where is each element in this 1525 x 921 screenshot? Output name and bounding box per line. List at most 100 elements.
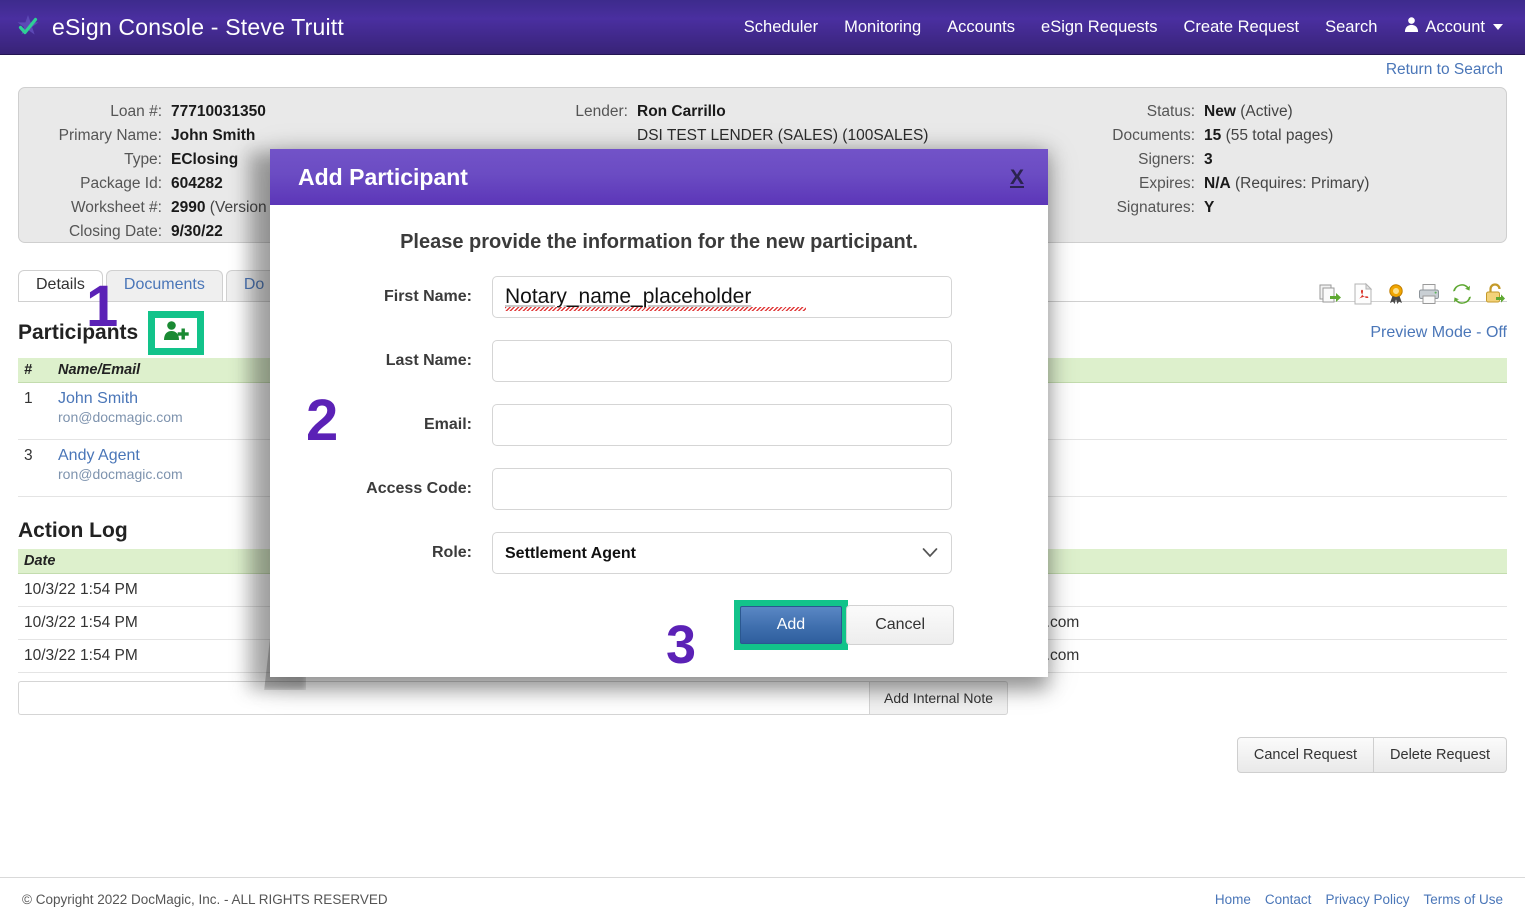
value-loan-number: 77710031350 [171,103,266,120]
footer-link-privacy-policy[interactable]: Privacy Policy [1325,892,1409,907]
unlock-icon[interactable] [1483,282,1507,306]
last-name-input[interactable] [492,340,952,382]
person-icon [1403,16,1420,38]
label-signers: Signers: [1138,151,1195,168]
role-label: Role: [432,544,472,561]
value-status-suffix: (Active) [1240,103,1293,120]
label-primary-name: Primary Name: [58,127,162,144]
page-footer: © Copyright 2022 DocMagic, Inc. - ALL RI… [0,877,1525,921]
cancel-button[interactable]: Cancel [846,605,954,645]
value-signers: 3 [1204,151,1213,168]
last-name-label: Last Name: [385,352,472,369]
value-documents: 15 (55 total pages) [1204,127,1334,144]
summary-row-signers: Signers: 3 [1039,148,1506,172]
summary-column-status: Status: New (Active) Documents: 15 (55 t… [1039,100,1506,242]
role-select-wrap: Settlement Agent [492,532,952,574]
footer-links: Home Contact Privacy Policy Terms of Use [1215,892,1503,907]
last-name-row: Last Name: [270,340,1048,382]
summary-row-loan-number: Loan #: 77710031350 [19,100,539,124]
label-package-id: Package Id: [80,175,162,192]
document-toolbar [1318,282,1507,306]
add-participant-highlight [148,311,205,355]
value-type: EClosing [171,151,239,168]
dialog-title: Add Participant [298,163,468,190]
value-status: New (Active) [1204,103,1293,120]
account-menu[interactable]: Account [1403,16,1503,38]
first-name-input[interactable] [492,276,952,318]
copyright-text: © Copyright 2022 DocMagic, Inc. - ALL RI… [22,892,388,907]
value-documents-suffix: (55 total pages) [1225,127,1334,144]
label-worksheet: Worksheet #: [70,199,162,216]
summary-row-status: Status: New (Active) [1039,100,1506,124]
footer-link-terms-of-use[interactable]: Terms of Use [1423,892,1503,907]
value-expires-suffix: (Requires: Primary) [1235,175,1370,192]
dialog-title-bar: Add Participant X [270,149,1048,205]
footer-link-contact[interactable]: Contact [1265,892,1312,907]
value-expires: N/A (Requires: Primary) [1204,175,1370,192]
value-primary-name: John Smith [171,127,256,144]
email-input[interactable] [492,404,952,446]
value-package-id: 604282 [171,175,223,192]
certificate-seal-icon[interactable] [1384,282,1408,306]
copy-pages-export-icon[interactable] [1318,282,1342,306]
preview-mode-toggle[interactable]: Preview Mode - Off [1370,324,1507,342]
summary-row-lender: Lender: Ron Carrillo [539,100,1039,124]
add-button[interactable]: Add [739,606,843,644]
value-lender-org: DSI TEST LENDER (SALES) (100SALES) [637,127,929,144]
value-signatures: Y [1204,199,1215,216]
nav-item-search[interactable]: Search [1325,18,1377,37]
participant-number: 3 [18,439,52,497]
brand: eSign Console - Steve Truitt [14,13,344,41]
summary-row-primary-name: Primary Name: John Smith [19,124,539,148]
add-person-icon [163,320,189,346]
nav-item-create-request[interactable]: Create Request [1184,18,1300,37]
refresh-sync-icon[interactable] [1450,282,1474,306]
summary-row-documents: Documents: 15 (55 total pages) [1039,124,1506,148]
dialog-actions: Add Cancel [270,600,1048,650]
nav-item-accounts[interactable]: Accounts [947,18,1015,37]
participant-number: 1 [18,382,52,440]
delete-request-button[interactable]: Delete Request [1374,737,1507,773]
add-participant-dialog: Add Participant X Please provide the inf… [270,149,1048,677]
caret-down-icon [1493,24,1503,30]
nav-item-esign-requests[interactable]: eSign Requests [1041,18,1158,37]
footer-link-home[interactable]: Home [1215,892,1251,907]
label-documents: Documents: [1112,127,1195,144]
brand-title: eSign Console - Steve Truitt [52,13,344,40]
checkmark-star-logo-icon [14,13,42,41]
first-name-label: First Name: [383,288,472,305]
add-button-highlight: Add [733,600,849,650]
access-code-input[interactable] [492,468,952,510]
close-icon[interactable]: X [1004,165,1030,190]
pdf-icon[interactable] [1351,282,1375,306]
request-action-buttons: Cancel Request Delete Request [18,737,1507,773]
nav-item-monitoring[interactable]: Monitoring [844,18,921,37]
nav-item-scheduler[interactable]: Scheduler [744,18,818,37]
account-label: Account [1425,17,1485,36]
tab-documents[interactable]: Documents [105,270,223,301]
summary-row-lender-org: DSI TEST LENDER (SALES) (100SALES) [539,124,1039,148]
label-signatures: Signatures: [1116,199,1195,216]
summary-row-expires: Expires: N/A (Requires: Primary) [1039,172,1506,196]
label-expires: Expires: [1139,175,1195,192]
nav-links: Scheduler Monitoring Accounts eSign Requ… [744,16,1503,38]
email-row: Email: [270,404,1048,446]
participants-title: Participants [18,321,139,344]
role-row: Role: Settlement Agent [270,532,1048,574]
return-row: Return to Search [0,55,1525,85]
first-name-input-wrap [492,276,952,318]
summary-row-signatures: Signatures: Y [1039,196,1506,220]
print-icon[interactable] [1417,282,1441,306]
top-navigation-bar: eSign Console - Steve Truitt Scheduler M… [0,0,1525,55]
value-lender: Ron Carrillo [637,103,726,120]
annotation-step-2: 2 [306,388,339,453]
annotation-step-3: 3 [666,615,697,675]
role-select[interactable]: Settlement Agent [492,532,952,574]
cancel-request-button[interactable]: Cancel Request [1236,737,1375,773]
label-lender-org [539,124,637,148]
value-closing-date: 9/30/22 [171,223,223,240]
label-status: Status: [1146,103,1195,120]
label-lender: Lender: [575,103,628,120]
add-participant-button[interactable] [155,318,198,348]
return-to-search-link[interactable]: Return to Search [1386,61,1503,79]
